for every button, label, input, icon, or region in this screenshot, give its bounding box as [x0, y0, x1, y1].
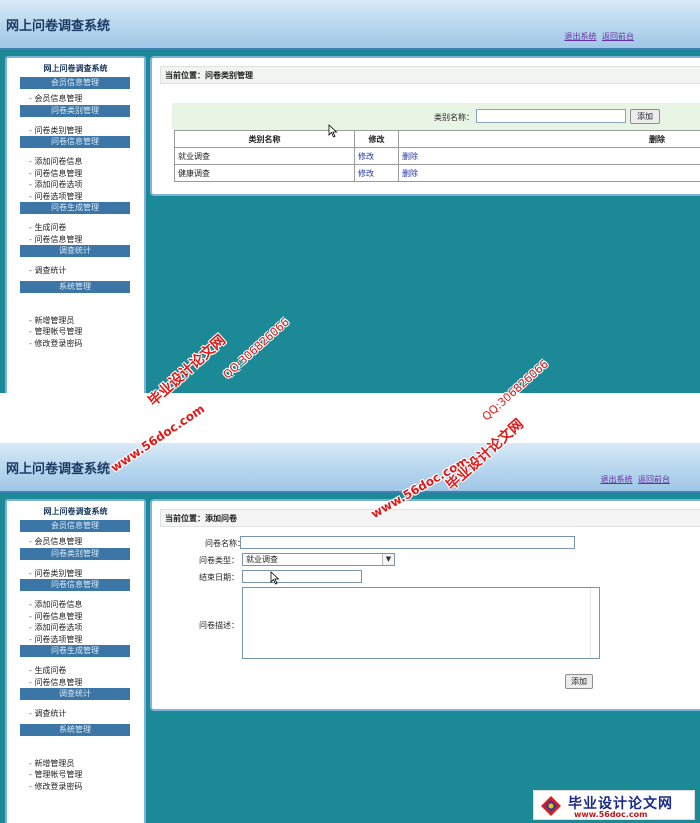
end-date-input[interactable]: [242, 570, 362, 583]
app-title: 网上问卷调查系统: [6, 19, 111, 34]
app-title: 网上问卷调查系统: [6, 462, 111, 477]
edit-link[interactable]: 修改: [358, 152, 374, 161]
edit-link[interactable]: 修改: [358, 169, 374, 178]
back-to-front-link[interactable]: 返回前台: [638, 475, 670, 484]
menu-header-statistics[interactable]: 调查统计: [20, 245, 130, 257]
screenshot-category-management: 网上问卷调查系统 退出系统 返回前台 网上问卷调查系统 会员信息管理 会员信息管…: [0, 0, 700, 393]
sidebar-item-option-manage[interactable]: 问卷选项管理: [7, 634, 144, 646]
sidebar-item-category[interactable]: 问卷类别管理: [7, 125, 144, 137]
sidebar-item-add-admin[interactable]: 新增管理员: [7, 315, 144, 327]
sidebar-item-generate[interactable]: 生成问卷: [7, 222, 144, 234]
sidebar-item-member-info[interactable]: 会员信息管理: [7, 536, 144, 548]
logo-url: www.56doc.com: [574, 810, 648, 819]
menu-header-generate[interactable]: 问卷生成管理: [20, 202, 130, 214]
mouse-cursor-icon: [270, 571, 280, 585]
category-name-input[interactable]: [476, 109, 626, 123]
back-to-front-link[interactable]: 返回前台: [602, 32, 634, 41]
logout-link[interactable]: 退出系统: [600, 475, 632, 484]
top-links: 退出系统 返回前台: [561, 31, 634, 42]
sidebar-item-add-option[interactable]: 添加问卷选项: [7, 622, 144, 634]
delete-link[interactable]: 删除: [402, 152, 418, 161]
category-name-cell: 健康调查: [174, 164, 355, 182]
site-logo-badge: 毕业设计论文网 www.56doc.com: [533, 790, 695, 820]
menu-header-system[interactable]: 系统管理: [20, 280, 130, 293]
end-date-label: 结束日期：: [199, 573, 239, 582]
menu-header-questionnaire[interactable]: 问卷信息管理: [20, 579, 130, 591]
menu-header-questionnaire[interactable]: 问卷信息管理: [20, 136, 130, 148]
menu-header-system[interactable]: 系统管理: [20, 723, 130, 736]
sidebar-title: 网上问卷调查系统: [43, 507, 108, 516]
sidebar-item-add-questionnaire[interactable]: 添加问卷信息: [7, 156, 144, 168]
sidebar: 网上问卷调查系统 会员信息管理 会员信息管理 问卷类别管理 问卷类别管理 问卷信…: [5, 499, 146, 823]
logout-link[interactable]: 退出系统: [564, 32, 596, 41]
sidebar-item-add-questionnaire[interactable]: 添加问卷信息: [7, 599, 144, 611]
menu-header-statistics[interactable]: 调查统计: [20, 688, 130, 700]
breadcrumb: 当前位置：添加问卷: [160, 509, 700, 527]
sidebar-item-member-info[interactable]: 会员信息管理: [7, 93, 144, 105]
description-label: 问卷描述：: [199, 621, 239, 630]
main-panel: 当前位置：问卷类别管理 类别名称： 添加 类别名称 修改 删除 就业调查 修改 …: [150, 56, 700, 196]
sidebar-item-generate[interactable]: 生成问卷: [7, 665, 144, 677]
questionnaire-name-label: 问卷名称：: [205, 539, 245, 548]
sidebar-item-change-password[interactable]: 修改登录密码: [7, 781, 144, 793]
search-bar: 类别名称： 添加: [172, 103, 700, 130]
mouse-cursor-icon: [328, 124, 338, 138]
sidebar-item-generate-manage[interactable]: 问卷信息管理: [7, 677, 144, 689]
column-header-edit: 修改: [354, 130, 399, 148]
chevron-down-icon[interactable]: ▼: [382, 554, 394, 565]
sidebar-item-add-option[interactable]: 添加问卷选项: [7, 179, 144, 191]
category-name-cell: 就业调查: [174, 147, 355, 165]
menu-header-member[interactable]: 会员信息管理: [20, 520, 130, 532]
main-panel: 当前位置：添加问卷 问卷名称： 问卷类型： 就业调查 ▼ 结束日期： 问卷描述：…: [150, 499, 700, 711]
column-header-delete: 删除: [398, 130, 700, 148]
sidebar-item-account-manage[interactable]: 管理帐号管理: [7, 326, 144, 338]
sidebar-item-option-manage[interactable]: 问卷选项管理: [7, 191, 144, 203]
screenshot-add-questionnaire: 网上问卷调查系统 退出系统 返回前台 网上问卷调查系统 会员信息管理 会员信息管…: [0, 443, 700, 823]
category-name-label: 类别名称：: [434, 113, 474, 122]
sidebar-item-statistics[interactable]: 调查统计: [7, 708, 144, 720]
table-header-row: 类别名称 修改 删除: [174, 130, 700, 148]
questionnaire-type-label: 问卷类型：: [199, 556, 239, 565]
sidebar-item-generate-manage[interactable]: 问卷信息管理: [7, 234, 144, 246]
sidebar-item-add-admin[interactable]: 新增管理员: [7, 758, 144, 770]
menu-header-member[interactable]: 会员信息管理: [20, 77, 130, 89]
app-header: 网上问卷调查系统 退出系统 返回前台: [0, 0, 700, 50]
menu-header-generate[interactable]: 问卷生成管理: [20, 645, 130, 657]
delete-link[interactable]: 删除: [402, 169, 418, 178]
sidebar-item-statistics[interactable]: 调查统计: [7, 265, 144, 277]
sidebar-item-questionnaire-manage[interactable]: 问卷信息管理: [7, 168, 144, 180]
sidebar-item-account-manage[interactable]: 管理帐号管理: [7, 769, 144, 781]
app-header: 网上问卷调查系统 退出系统 返回前台: [0, 443, 700, 493]
logo-icon: [541, 796, 561, 816]
category-table: 类别名称 修改 删除 就业调查 修改 删除 健康调查 修改 删除: [174, 130, 700, 182]
description-textarea[interactable]: [242, 587, 600, 659]
sidebar-item-category[interactable]: 问卷类别管理: [7, 568, 144, 580]
add-questionnaire-button[interactable]: 添加: [565, 674, 593, 689]
questionnaire-type-value: 就业调查: [246, 555, 278, 564]
sidebar-title: 网上问卷调查系统: [43, 64, 108, 73]
sidebar-item-change-password[interactable]: 修改登录密码: [7, 338, 144, 350]
menu-header-category[interactable]: 问卷类别管理: [20, 547, 130, 560]
breadcrumb: 当前位置：问卷类别管理: [160, 66, 700, 84]
sidebar-item-questionnaire-manage[interactable]: 问卷信息管理: [7, 611, 144, 623]
table-row: 健康调查 修改 删除: [174, 164, 700, 182]
textarea-scrollbar[interactable]: [590, 588, 599, 658]
table-row: 就业调查 修改 删除: [174, 147, 700, 165]
questionnaire-name-input[interactable]: [240, 536, 575, 549]
add-category-button[interactable]: 添加: [630, 109, 660, 124]
menu-header-category[interactable]: 问卷类别管理: [20, 104, 130, 117]
top-links: 退出系统 返回前台: [597, 474, 670, 485]
sidebar: 网上问卷调查系统 会员信息管理 会员信息管理 问卷类别管理 问卷类别管理 问卷信…: [5, 56, 146, 393]
questionnaire-type-select[interactable]: 就业调查 ▼: [242, 553, 395, 566]
